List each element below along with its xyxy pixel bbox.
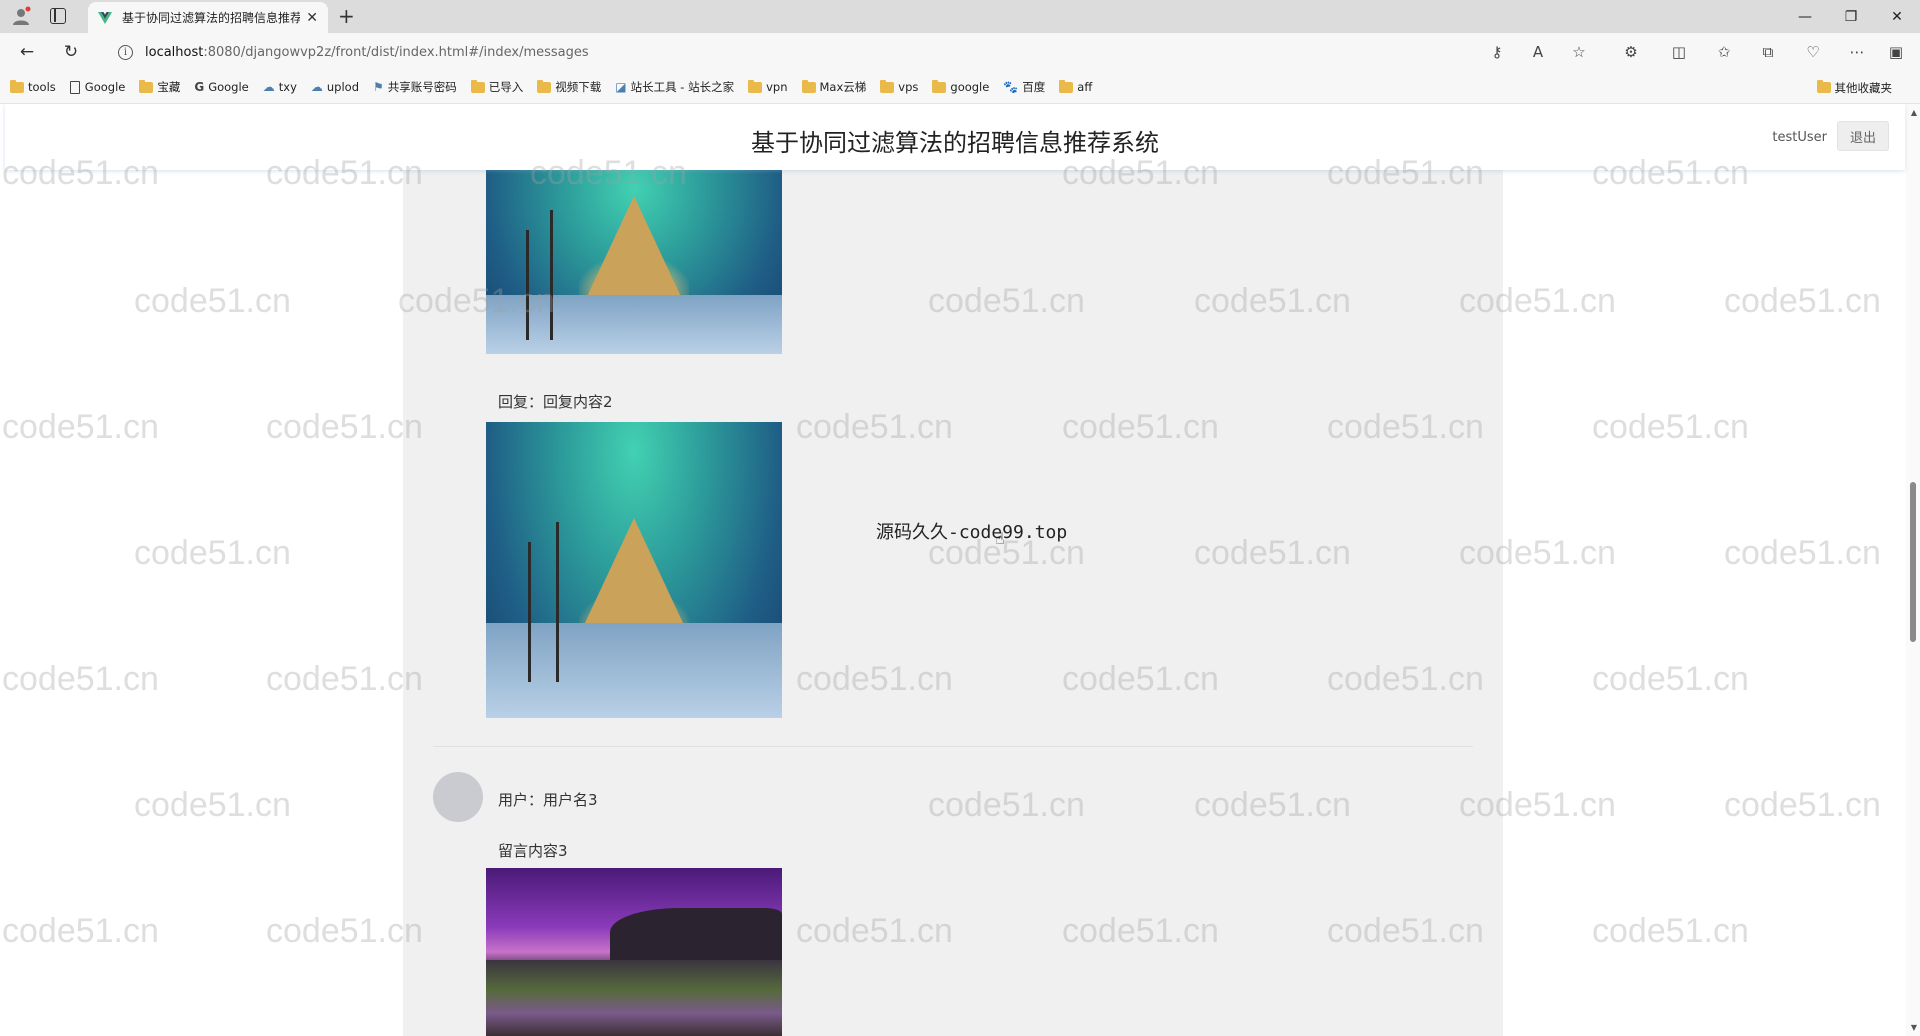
address-bar: ← ↻ i localhost:8080/djangowvp2z/front/d… <box>0 33 1920 71</box>
tab-title: 基于协同过滤算法的招聘信息推荐 <box>122 11 301 25</box>
folder-icon <box>537 79 552 93</box>
folder-icon <box>1816 80 1831 93</box>
url-host: localhost <box>145 44 204 60</box>
watermark: code51.cn <box>1724 786 1881 824</box>
message-image-aurora-church <box>486 170 782 354</box>
google-icon: G <box>194 80 205 94</box>
read-aloud-icon[interactable]: A <box>1527 41 1549 63</box>
new-tab-icon[interactable]: + <box>338 5 355 27</box>
folder-icon <box>748 79 763 93</box>
back-icon[interactable]: ← <box>16 41 38 63</box>
tab-actions-icon[interactable] <box>50 8 66 24</box>
bookmark-tools[interactable]: tools <box>10 79 56 94</box>
site-info-icon[interactable]: i <box>118 44 133 60</box>
browser-tab-strip: 基于协同过滤算法的招聘信息推荐 ✕ + — ❐ ✕ <box>0 0 1920 33</box>
bookmark-vps[interactable]: vps <box>880 79 918 94</box>
bookmark-video-download[interactable]: 视频下载 <box>537 79 601 95</box>
profile-icon[interactable] <box>10 5 32 27</box>
watermark: code51.cn <box>1724 534 1881 572</box>
watermark: code51.cn <box>134 282 291 320</box>
scroll-up-icon[interactable]: ▲ <box>1911 108 1917 117</box>
bookmark-imported[interactable]: 已导入 <box>470 79 523 95</box>
collections-icon[interactable]: ⧉ <box>1757 41 1779 63</box>
page-title: 基于协同过滤算法的招聘信息推荐系统 <box>751 129 1159 157</box>
message-divider <box>433 746 1473 747</box>
message-content: 留言内容3 <box>498 842 568 860</box>
watermark: code51.cn <box>266 408 423 446</box>
folder-icon <box>1059 79 1074 93</box>
scrollbar-thumb[interactable] <box>1910 482 1916 642</box>
bookmark-shared-accounts[interactable]: ⚑ 共享账号密码 <box>373 79 457 95</box>
url-input[interactable]: i localhost:8080/djangowvp2z/front/dist/… <box>108 38 1548 66</box>
app-header: 基于协同过滤算法的招聘信息推荐系统 testUser 退出 <box>5 104 1905 170</box>
bookmark-other-favorites[interactable]: 其他收藏夹 <box>1816 71 1892 104</box>
more-options-icon[interactable]: ⋯ <box>1846 41 1868 63</box>
active-tab[interactable]: 基于协同过滤算法的招聘信息推荐 ✕ <box>88 2 328 33</box>
bookmark-txy[interactable]: ☁ txy <box>263 80 297 94</box>
restore-icon[interactable]: ❐ <box>1828 0 1874 33</box>
reply-text: 回复：回复内容2 <box>498 393 613 411</box>
vue-favicon-icon <box>98 11 112 24</box>
page-viewport: 基于协同过滤算法的招聘信息推荐系统 testUser 退出 回复：回复内容2 用… <box>0 104 1920 1036</box>
favorites-icon[interactable]: ✩ <box>1713 41 1735 63</box>
tab-close-icon[interactable]: ✕ <box>306 10 318 26</box>
bookmarks-bar: tools Google 宝藏 G Google ☁ txy ☁ uplod ⚑ 共享账… <box>0 71 1920 104</box>
reply-image-aurora-church <box>486 422 782 718</box>
share-icon: ⚑ <box>373 80 384 94</box>
bookmark-vpn[interactable]: vpn <box>748 79 788 94</box>
watermark: code51.cn <box>134 534 291 572</box>
bookmark-max-ladder[interactable]: Max云梯 <box>801 79 866 95</box>
extensions-icon[interactable]: ⚙ <box>1620 41 1642 63</box>
avatar <box>433 772 483 822</box>
watermark: code51.cn <box>2 660 159 698</box>
folder-icon <box>880 79 895 93</box>
cloud-icon: ☁ <box>262 80 275 94</box>
watermark: code51.cn <box>1592 660 1749 698</box>
url-path: :8080/djangowvp2z/front/dist/index.html#… <box>203 44 589 60</box>
favorite-star-icon[interactable]: ☆ <box>1568 41 1590 63</box>
overlay-text: 源码久久-code99.top <box>876 522 1068 543</box>
bookmark-aff[interactable]: aff <box>1059 79 1092 94</box>
watermark: code51.cn <box>1724 282 1881 320</box>
hand-cursor-icon: ☝ <box>995 529 1005 548</box>
bookmark-webmaster-tools[interactable]: ◪ 站长工具 - 站长之家 <box>615 79 734 95</box>
browser-essentials-icon[interactable]: ♡ <box>1802 41 1824 63</box>
watermark: code51.cn <box>1592 912 1749 950</box>
split-screen-icon[interactable]: ◫ <box>1668 41 1690 63</box>
page-scrollbar[interactable]: ▲ ▼ <box>1906 104 1920 1036</box>
bookmark-baidu[interactable]: 🐾 百度 <box>1003 79 1045 95</box>
bookmark-google-folder[interactable]: google <box>932 79 989 94</box>
bookmark-treasure[interactable]: 宝藏 <box>139 79 180 95</box>
watermark: code51.cn <box>2 408 159 446</box>
bookmark-uplod[interactable]: ☁ uplod <box>311 80 359 94</box>
reload-icon[interactable]: ↻ <box>60 41 82 63</box>
baidu-paw-icon: 🐾 <box>1003 80 1019 94</box>
message-image-coast-sunset <box>486 868 782 1036</box>
watermark: code51.cn <box>1592 408 1749 446</box>
minimize-icon[interactable]: — <box>1782 0 1828 33</box>
key-icon[interactable]: ⚷ <box>1486 41 1508 63</box>
watermark: code51.cn <box>266 660 423 698</box>
watermark: code51.cn <box>134 786 291 824</box>
bookmark-google-page[interactable]: Google <box>69 80 125 94</box>
folder-icon <box>470 79 485 93</box>
current-username: testUser <box>1772 130 1827 145</box>
message-username: 用户：用户名3 <box>498 791 598 809</box>
logout-button[interactable]: 退出 <box>1837 121 1889 151</box>
scroll-down-icon[interactable]: ▼ <box>1911 1023 1917 1032</box>
sidebar-toggle-icon[interactable]: ▣ <box>1885 41 1907 63</box>
bookmark-google[interactable]: G Google <box>194 80 248 94</box>
close-window-icon[interactable]: ✕ <box>1874 0 1920 33</box>
webmaster-icon: ◪ <box>615 80 627 94</box>
page-icon <box>69 80 80 94</box>
folder-icon <box>10 79 24 93</box>
upload-cloud-icon: ☁ <box>310 80 323 94</box>
folder-icon <box>801 79 816 93</box>
folder-icon <box>932 79 947 93</box>
folder-icon <box>139 79 154 93</box>
watermark: code51.cn <box>2 912 159 950</box>
watermark: code51.cn <box>266 912 423 950</box>
